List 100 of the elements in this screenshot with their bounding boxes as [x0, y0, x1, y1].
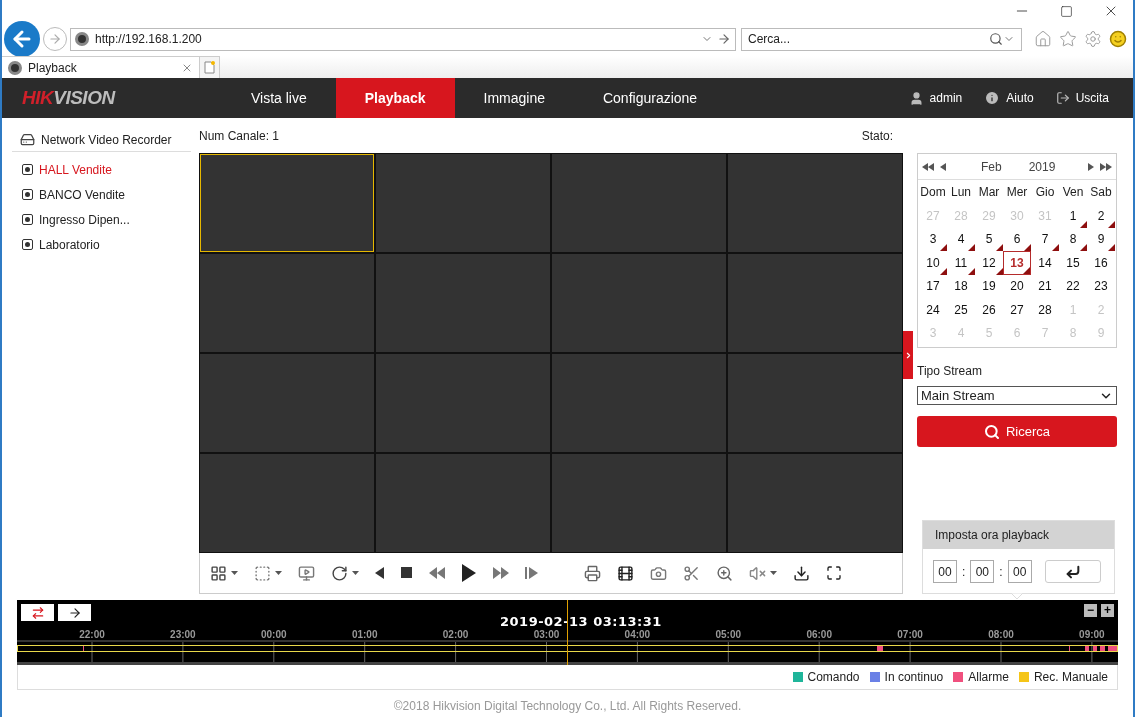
nav-tab[interactable]: Configurazione [573, 78, 727, 118]
calendar-day[interactable]: 23 [1087, 274, 1115, 298]
video-cell[interactable] [376, 254, 550, 352]
video-cell[interactable] [200, 354, 374, 452]
video-cell[interactable] [728, 254, 902, 352]
calendar-day[interactable]: 4 [947, 227, 975, 251]
apply-time-button[interactable] [1044, 560, 1101, 583]
home-icon[interactable] [1034, 30, 1052, 48]
nav-tab[interactable]: Playback [335, 78, 455, 118]
swap-arrows-icon [30, 605, 45, 620]
time-separator: : [999, 563, 1003, 581]
nav-tab[interactable]: Vista live [222, 78, 336, 118]
calendar-day[interactable]: 16 [1087, 251, 1115, 275]
weekday-label: Lun [950, 184, 972, 201]
time-field[interactable]: 00 [970, 560, 995, 583]
info-icon [984, 90, 1001, 106]
device-item[interactable]: Network Video Recorder [12, 130, 191, 152]
calendar-day[interactable]: 21 [1031, 274, 1059, 298]
video-cell[interactable] [552, 354, 726, 452]
recording-marker [1080, 244, 1087, 251]
help-link[interactable]: Aiuto [984, 89, 1034, 107]
next-month-icon[interactable] [1088, 162, 1094, 171]
channel-item[interactable]: HALL Vendite [12, 157, 191, 182]
calendar-day[interactable]: 11 [947, 251, 975, 275]
hour-label: 02:00 [441, 628, 470, 642]
zoom-in-button[interactable]: + [1101, 604, 1114, 617]
calendar-day[interactable]: 26 [975, 298, 1003, 322]
caret-icon [231, 571, 238, 575]
calendar-day[interactable]: 9 [1087, 227, 1115, 251]
calendar-day[interactable]: 2 [1087, 204, 1115, 228]
browser-tab[interactable]: Playback [2, 56, 200, 78]
calendar-day[interactable]: 20 [1003, 274, 1031, 298]
smiley-icon[interactable] [1109, 30, 1127, 48]
calendar-day[interactable]: 13 [1003, 251, 1031, 275]
calendar-day[interactable]: 27 [1003, 298, 1031, 322]
user-link[interactable]: admin [908, 89, 963, 107]
video-cell[interactable] [376, 454, 550, 552]
search-field[interactable]: Cerca... [741, 27, 1022, 51]
channel-item[interactable]: Laboratorio [12, 232, 191, 257]
caret-icon [770, 571, 777, 575]
weekday-label: Mar [977, 184, 1001, 201]
video-cell[interactable] [552, 154, 726, 252]
logout-icon [1055, 91, 1070, 105]
next-year-icon[interactable] [1100, 162, 1112, 171]
time-field[interactable]: 00 [933, 560, 957, 583]
time-field[interactable]: 00 [1007, 560, 1032, 583]
recording-marker [996, 267, 1003, 275]
nav-tab[interactable]: Immagine [454, 78, 574, 118]
calendar-day[interactable]: 7 [1031, 227, 1059, 251]
printer-icon [584, 564, 601, 582]
address-field[interactable]: http://192.168.1.200 [70, 27, 736, 51]
calendar-day[interactable]: 6 [1003, 227, 1031, 251]
stream-type-select[interactable]: Main Stream [917, 386, 1117, 405]
video-cell[interactable] [728, 154, 902, 252]
zoom-out-button[interactable]: − [1084, 604, 1097, 617]
legend-label: Rec. Manuale [1033, 669, 1108, 686]
video-cell[interactable] [552, 454, 726, 552]
toggle-button[interactable] [58, 604, 91, 621]
video-cell[interactable] [376, 354, 550, 452]
calendar-day[interactable]: 18 [947, 274, 975, 298]
calendar-day[interactable]: 3 [919, 227, 947, 251]
search-button[interactable]: Ricerca [917, 416, 1117, 447]
video-cell[interactable] [200, 454, 374, 552]
calendar-day[interactable]: 19 [975, 274, 1003, 298]
calendar-day[interactable]: 8 [1059, 227, 1087, 251]
calendar-day[interactable]: 28 [1031, 298, 1059, 322]
search-icon[interactable] [989, 32, 1003, 46]
video-cell[interactable] [200, 154, 374, 252]
calendar-day[interactable]: 12 [975, 251, 1003, 275]
star-icon[interactable] [1059, 30, 1077, 48]
calendar-day[interactable]: 22 [1059, 274, 1087, 298]
settings-icon[interactable] [1084, 30, 1102, 48]
search-placeholder: Cerca... [748, 31, 791, 48]
video-cell[interactable] [376, 154, 550, 252]
calendar-day[interactable]: 1 [1059, 204, 1087, 228]
calendar-day[interactable]: 24 [919, 298, 947, 322]
calendar-day[interactable]: 14 [1031, 251, 1059, 275]
back-button[interactable] [4, 21, 40, 57]
calendar-day[interactable]: 10 [919, 251, 947, 275]
video-cell[interactable] [200, 254, 374, 352]
weekday-label: Dom [919, 184, 947, 201]
calendar-day[interactable]: 5 [975, 227, 1003, 251]
stop-icon [401, 567, 413, 579]
channel-item[interactable]: Ingresso Dipen... [12, 207, 191, 232]
video-cell[interactable] [552, 254, 726, 352]
logout-link[interactable]: Uscita [1055, 89, 1109, 107]
video-cell[interactable] [728, 354, 902, 452]
toggle-button[interactable] [21, 604, 54, 621]
previous-month-icon[interactable] [940, 162, 946, 171]
calendar-day[interactable]: 25 [947, 298, 975, 322]
previous-year-icon[interactable] [922, 162, 934, 171]
calendar-day[interactable]: 15 [1059, 251, 1087, 275]
go-icon[interactable] [717, 32, 731, 46]
recording-marker [968, 267, 975, 275]
hour-label: 06:00 [805, 628, 833, 642]
maximize-icon[interactable] [1060, 4, 1073, 18]
calendar-day[interactable]: 17 [919, 274, 947, 298]
scissors-icon [683, 564, 700, 582]
video-cell[interactable] [728, 454, 902, 552]
channel-item[interactable]: BANCO Vendite [12, 182, 191, 207]
